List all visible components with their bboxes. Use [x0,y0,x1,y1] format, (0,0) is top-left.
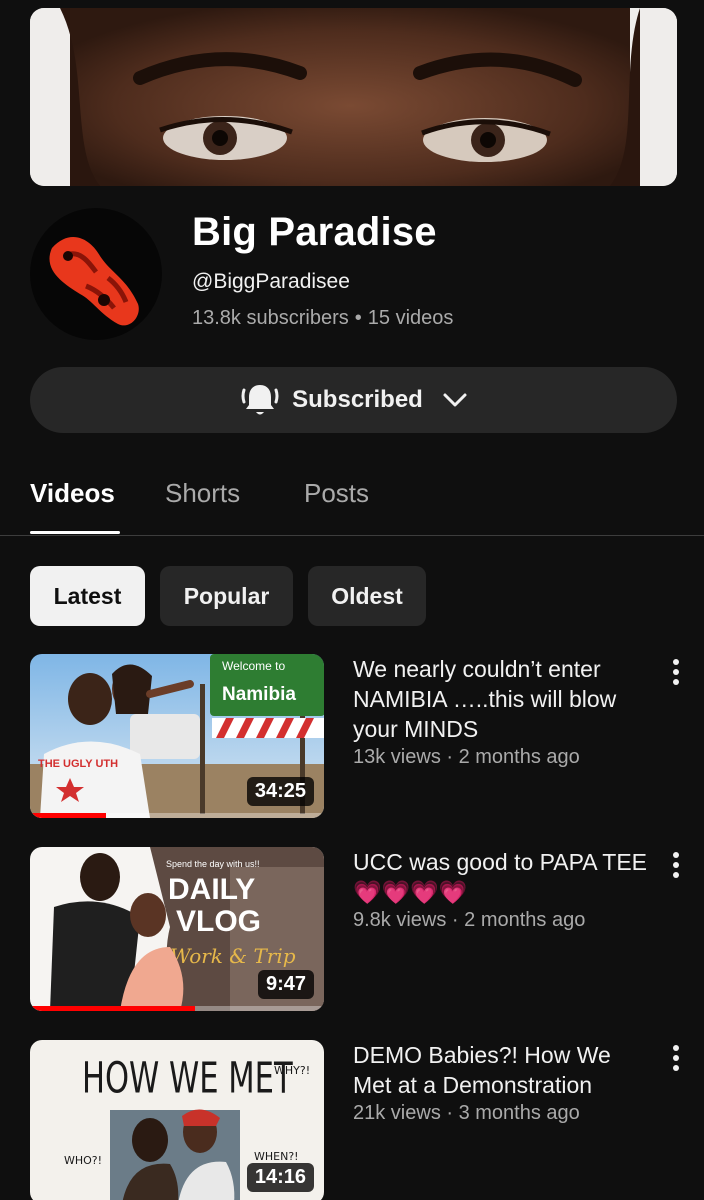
more-options-icon[interactable] [666,1044,686,1072]
active-tab-indicator [30,531,120,534]
channel-banner [30,8,677,186]
video-item[interactable]: Welcome to Namibia THE UGLY UTH 34:25 We… [30,654,704,819]
video-meta: 13k views · 2 months ago [353,746,580,768]
channel-name: Big Paradise [192,210,437,254]
thumb-text-work: Work & Trip [170,944,296,968]
filter-popular-chip[interactable]: Popular [160,566,293,626]
thumb-text-spend: Spend the day with us!! [166,859,260,869]
chevron-down-icon [443,393,467,407]
video-meta: 9.8k views · 2 months ago [353,909,586,931]
video-thumbnail[interactable]: HOW WE MET WHY?! WHO?! WHEN?! 14:16 [30,1040,324,1200]
video-duration: 34:25 [246,777,314,806]
video-count: 15 videos [367,307,454,329]
watch-progress-bar [30,1006,195,1011]
thumb-text-how-we-met: HOW WE MET [82,1054,293,1104]
thumb-text-vlog: VLOG [176,905,261,938]
video-duration: 9:47 [257,970,314,999]
more-options-icon[interactable] [666,658,686,686]
thumb-text-welcome: Welcome to [222,659,285,673]
video-title[interactable]: UCC was good to PAPA TEE 💗💗💗💗 [353,847,649,907]
channel-handle: @BiggParadisee [192,270,350,293]
thumb-text-who: WHO?! [64,1154,102,1167]
video-title[interactable]: DEMO Babies?! How We Met at a Demonstrat… [353,1040,649,1100]
watch-progress-bar [30,813,107,818]
subscribed-label: Subscribed [292,386,423,413]
video-thumbnail[interactable]: Spend the day with us!! DAILY VLOG Work … [30,847,324,1011]
video-thumbnail[interactable]: Welcome to Namibia THE UGLY UTH 34:25 [30,654,324,818]
more-options-icon[interactable] [666,851,686,879]
banner-image [30,8,677,186]
thumb-text-when: WHEN?! [254,1150,299,1163]
channel-stats: 13.8k subscribers • 15 videos [192,307,453,330]
filter-oldest-chip[interactable]: Oldest [308,566,426,626]
filter-latest-chip[interactable]: Latest [30,566,145,626]
subscriber-count: 13.8k subscribers [192,307,349,329]
video-title[interactable]: We nearly couldn’t enter NAMIBIA …..this… [353,654,649,744]
tab-posts[interactable]: Posts [304,478,369,509]
stats-separator: • [354,307,362,329]
tab-shorts[interactable]: Shorts [165,478,240,509]
tab-videos[interactable]: Videos [30,478,115,509]
video-item[interactable]: Spend the day with us!! DAILY VLOG Work … [30,847,704,1012]
video-meta: 21k views · 3 months ago [353,1102,580,1124]
avatar-logo-image [49,236,139,326]
video-duration: 14:16 [246,1163,314,1192]
thumb-text-brand: THE UGLY UTH [38,758,118,770]
thumb-text-namibia: Namibia [222,684,296,705]
thumb-text-daily: DAILY [168,873,255,906]
subscribed-button[interactable]: Subscribed [30,367,677,433]
video-item[interactable]: HOW WE MET WHY?! WHO?! WHEN?! 14:16 DEMO… [30,1040,704,1200]
bell-icon [241,385,279,415]
thumb-text-why: WHY?! [274,1064,310,1077]
channel-avatar[interactable] [30,208,162,340]
channel-tabs: Videos Shorts Posts [0,470,704,536]
